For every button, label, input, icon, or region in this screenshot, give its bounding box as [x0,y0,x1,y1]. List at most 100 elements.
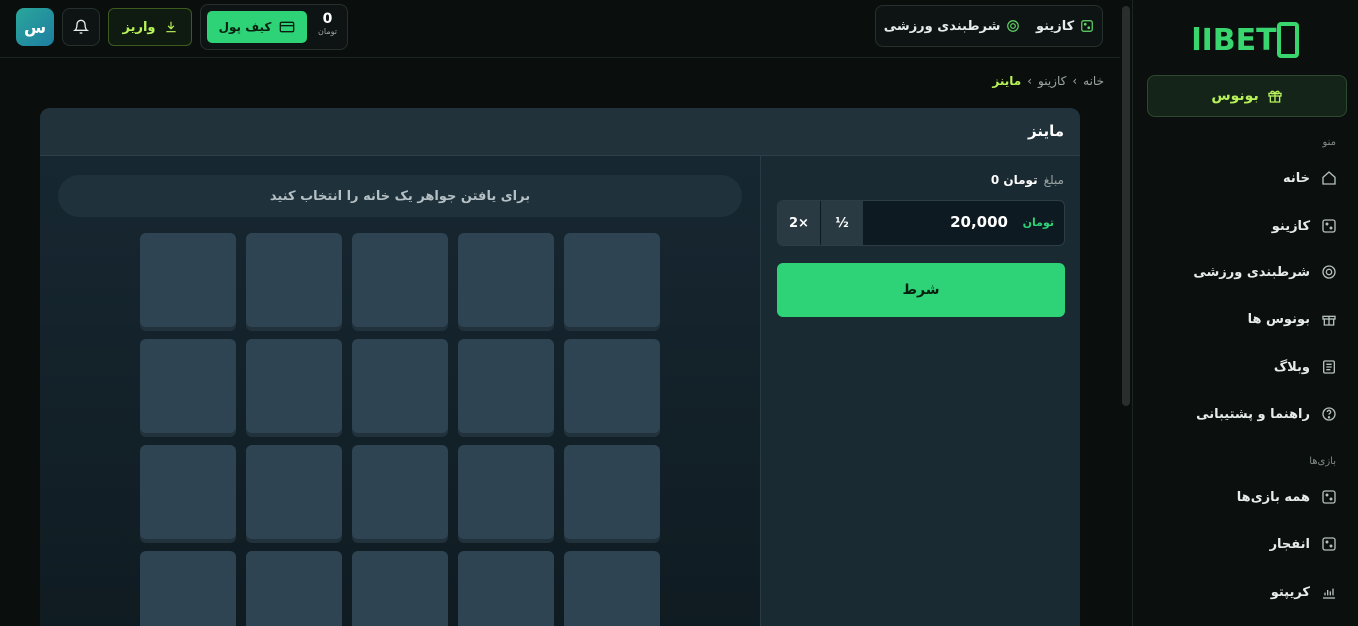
bet-amount-input[interactable]: 20,000 [950,213,1008,231]
board-hint: برای یافتن جواهر یک خانه را انتخاب کنید [58,175,742,217]
user-avatar[interactable]: س [16,8,54,46]
sidebar-item-all-games[interactable]: همه بازی‌ها [1148,482,1338,512]
dice-icon [1322,490,1336,504]
help-icon [1322,407,1336,421]
sidebar-item-crash[interactable]: انفجار [1148,529,1338,559]
download-icon [165,21,176,33]
sidebar-item-sports[interactable]: شرطبندی ورزشی [1148,257,1338,287]
top-nav-sports[interactable]: شرطبندی ورزشی [884,19,1021,34]
top-header: س واریز کیف پول 0 تومان کازینو شرطبندی و… [0,0,1120,58]
sidebar-item-bonuses[interactable]: بونوس ها [1148,304,1338,334]
mine-tile[interactable] [246,339,342,433]
sidebar-item-crypto[interactable]: کریپتو [1148,577,1338,607]
sidebar-item-help[interactable]: راهنما و پشتیبانی [1148,399,1338,429]
wallet-button[interactable]: کیف پول [207,11,307,43]
logo-mark-icon [1276,22,1299,58]
wallet-label: کیف پول [218,20,272,34]
mines-board: برای یافتن جواهر یک خانه را انتخاب کنید [40,156,760,626]
mine-tile[interactable] [458,445,554,539]
breadcrumb-current: ماینز [992,74,1022,88]
mine-tile[interactable] [246,445,342,539]
mines-game-panel: ماینز برای یافتن جواهر یک خانه را انتخاب… [40,108,1080,626]
mine-tile[interactable] [458,339,554,433]
mine-tile[interactable] [564,551,660,626]
target-icon [1007,20,1020,32]
bet-amount-field[interactable]: 2× ½ 20,000 تومان [777,200,1065,246]
gift-icon [1322,315,1336,326]
logo-text: lIBET [1191,22,1277,58]
double-bet-button[interactable]: 2× [778,201,820,245]
mine-tile[interactable] [458,233,554,327]
sidebar-item-label: شرطبندی ورزشی [1193,264,1310,280]
sidebar-item-label: وبلاگ [1273,359,1310,375]
mine-tile[interactable] [140,339,236,433]
gift-icon [1268,90,1282,103]
target-icon [1322,265,1336,279]
site-logo[interactable]: lIBET [1133,16,1358,64]
sidebar-item-blog[interactable]: وبلاگ [1148,352,1338,382]
balance-display: 0 تومان [318,11,337,36]
scrollbar[interactable] [1122,6,1130,406]
mine-tile[interactable] [140,233,236,327]
mine-tile[interactable] [352,551,448,626]
place-bet-label: شرط [902,282,940,298]
mine-tile[interactable] [140,551,236,626]
mine-tile[interactable] [458,551,554,626]
mine-tile[interactable] [352,445,448,539]
mine-tile[interactable] [246,551,342,626]
amount-value: تومان 0 [990,173,1038,187]
panel-header: ماینز [40,108,1080,156]
half-label: ½ [835,215,849,231]
sidebar-item-casino[interactable]: کازینو [1148,211,1338,241]
dice-icon [1322,537,1336,551]
mine-tile[interactable] [246,233,342,327]
mine-tile[interactable] [352,233,448,327]
document-icon [1323,360,1335,374]
bell-icon [73,19,89,34]
avatar-letter: س [23,17,47,37]
mine-tile[interactable] [564,233,660,327]
chart-icon [1323,588,1335,599]
notifications-button[interactable] [62,8,100,46]
breadcrumb-casino[interactable]: کازینو [1038,74,1066,88]
game-title: ماینز [1027,122,1064,140]
breadcrumb-separator: › [1072,74,1078,88]
amount-row: مبلغ تومان 0 [991,173,1064,187]
top-nav-casino[interactable]: کازینو [1036,19,1094,34]
deposit-label: واریز [122,19,156,35]
sidebar-item-label: کازینو [1271,218,1310,234]
top-nav-sports-label: شرطبندی ورزشی [883,18,1001,34]
sidebar-item-label: خانه [1282,170,1310,186]
sidebar-item-label: انفجار [1269,536,1310,552]
sidebar-item-label: همه بازی‌ها [1236,489,1310,505]
sidebar-item-label: راهنما و پشتیبانی [1196,406,1310,422]
bet-controls: مبلغ تومان 0 2× ½ 20,000 تومان شرط [760,156,1080,626]
menu-section-label: منو [1322,137,1336,148]
dice-icon [1322,219,1336,233]
deposit-button[interactable]: واریز [108,8,192,46]
mine-tile[interactable] [564,445,660,539]
sidebar-item-label: بونوس ها [1247,311,1310,327]
mine-tile[interactable] [140,445,236,539]
balance-currency: تومان [318,27,337,36]
breadcrumb-separator: › [1027,74,1032,88]
bonus-label: بونوس [1211,88,1259,104]
mine-tile[interactable] [352,339,448,433]
bonus-button[interactable]: بونوس [1147,75,1347,117]
wallet-box: کیف پول 0 تومان [200,4,348,50]
sidebar-item-home[interactable]: خانه [1148,163,1338,193]
mine-tile[interactable] [564,339,660,433]
bet-currency: تومان [1022,216,1054,229]
place-bet-button[interactable]: شرط [777,263,1065,317]
top-nav-casino-label: کازینو [1035,18,1075,34]
games-section-label: بازی‌ها [1309,456,1336,467]
balance-value: 0 [322,11,333,27]
dice-icon [1081,20,1094,32]
top-nav: کازینو شرطبندی ورزشی [875,5,1103,47]
breadcrumb-home[interactable]: خانه [1083,74,1104,88]
half-bet-button[interactable]: ½ [821,201,863,245]
home-icon [1322,171,1336,185]
amount-label: مبلغ [1043,173,1064,187]
double-label: 2× [789,215,809,231]
breadcrumb: خانه › کازینو › ماینز [992,74,1104,88]
